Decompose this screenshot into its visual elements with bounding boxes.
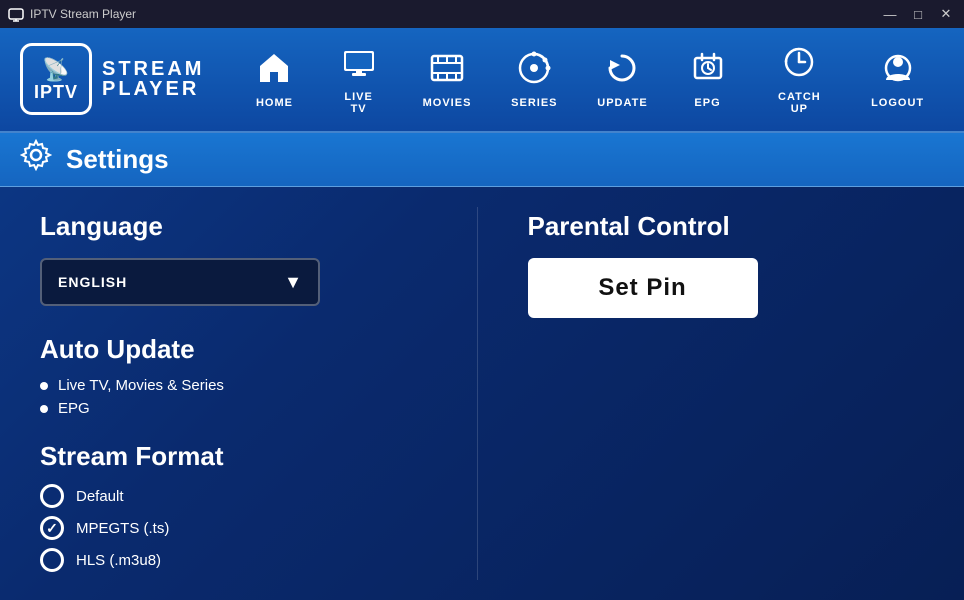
stream-format-title: Stream Format	[40, 441, 437, 472]
nav-item-update[interactable]: UPDATE	[577, 40, 667, 119]
catchup-icon	[781, 44, 817, 85]
nav-label-live-tv: LIVE TV	[334, 91, 382, 115]
maximize-button[interactable]: □	[908, 4, 928, 24]
nav-item-epg[interactable]: EPG	[668, 40, 748, 119]
header: 📡 IPTV STREAM PLAYER HOME	[0, 28, 964, 133]
nav-item-logout[interactable]: LOGOUT	[851, 40, 944, 119]
nav-item-home[interactable]: HOME	[234, 40, 314, 119]
bullet-dot-icon	[40, 382, 48, 390]
logo: 📡 IPTV STREAM PLAYER	[20, 43, 204, 115]
settings-gear-icon	[20, 139, 52, 179]
radio-hls-icon	[40, 548, 64, 572]
stream-format-section: Stream Format Default MPEGTS (.ts) HLS (…	[40, 441, 437, 572]
nav-label-catch-up: CATCH UP	[768, 91, 832, 115]
stream-format-default-label: Default	[76, 488, 124, 505]
auto-update-section: Auto Update Live TV, Movies & Series EPG	[40, 334, 437, 417]
nav-item-catch-up[interactable]: CATCH UP	[748, 34, 852, 125]
settings-title: Settings	[66, 144, 169, 175]
auto-update-item-epg: EPG	[40, 400, 437, 417]
main-nav: HOME LIVE TV	[234, 34, 944, 125]
epg-icon	[690, 50, 726, 91]
stream-format-hls-label: HLS (.m3u8)	[76, 552, 161, 569]
logo-antenna-icon: 📡	[42, 57, 69, 83]
bullet-dot-icon	[40, 405, 48, 413]
stream-format-mpegts-label: MPEGTS (.ts)	[76, 520, 169, 537]
language-section: Language ENGLISH ▼	[40, 211, 437, 306]
logo-iptv-text: IPTV	[34, 83, 78, 101]
titlebar-controls: — □ ✕	[880, 4, 956, 24]
tv-icon	[341, 44, 377, 85]
auto-update-item-live-tv: Live TV, Movies & Series	[40, 377, 437, 394]
titlebar: IPTV Stream Player — □ ✕	[0, 0, 964, 28]
nav-item-movies[interactable]: MOVIES	[403, 40, 492, 119]
set-pin-button[interactable]: Set Pin	[528, 258, 758, 318]
nav-label-epg: EPG	[694, 97, 720, 109]
film-icon	[429, 50, 465, 91]
language-dropdown[interactable]: ENGLISH ▼	[40, 258, 320, 306]
logo-stream-text: STREAM	[102, 59, 204, 79]
stream-format-default[interactable]: Default	[40, 484, 437, 508]
logo-box: 📡 IPTV	[20, 43, 92, 115]
home-icon	[256, 50, 292, 91]
nav-label-movies: MOVIES	[423, 97, 472, 109]
stream-format-mpegts[interactable]: MPEGTS (.ts)	[40, 516, 437, 540]
logout-icon	[880, 50, 916, 91]
auto-update-title: Auto Update	[40, 334, 437, 365]
logo-player-text: PLAYER	[102, 79, 204, 99]
language-title: Language	[40, 211, 437, 242]
dropdown-arrow-icon: ▼	[284, 272, 302, 293]
left-panel: Language ENGLISH ▼ Auto Update Live TV, …	[40, 207, 478, 580]
nav-label-logout: LOGOUT	[871, 97, 924, 109]
app: 📡 IPTV STREAM PLAYER HOME	[0, 28, 964, 600]
radio-mpegts-icon	[40, 516, 64, 540]
stream-format-hls[interactable]: HLS (.m3u8)	[40, 548, 437, 572]
nav-item-live-tv[interactable]: LIVE TV	[314, 34, 402, 125]
right-panel: Parental Control Set Pin	[478, 207, 925, 580]
nav-label-home: HOME	[256, 97, 293, 109]
update-icon	[604, 50, 640, 91]
titlebar-title: IPTV Stream Player	[30, 7, 136, 21]
close-button[interactable]: ✕	[936, 4, 956, 24]
auto-update-label-live-tv: Live TV, Movies & Series	[58, 377, 224, 394]
nav-item-series[interactable]: SERIES	[491, 40, 577, 119]
minimize-button[interactable]: —	[880, 4, 900, 24]
parental-control-title: Parental Control	[528, 211, 925, 242]
logo-text: STREAM PLAYER	[102, 59, 204, 99]
language-selected: ENGLISH	[58, 274, 127, 290]
settings-bar: Settings	[0, 133, 964, 187]
content-area: Language ENGLISH ▼ Auto Update Live TV, …	[0, 187, 964, 600]
radio-default-icon	[40, 484, 64, 508]
nav-label-update: UPDATE	[597, 97, 647, 109]
series-icon	[516, 50, 552, 91]
auto-update-label-epg: EPG	[58, 400, 90, 417]
nav-label-series: SERIES	[511, 97, 557, 109]
